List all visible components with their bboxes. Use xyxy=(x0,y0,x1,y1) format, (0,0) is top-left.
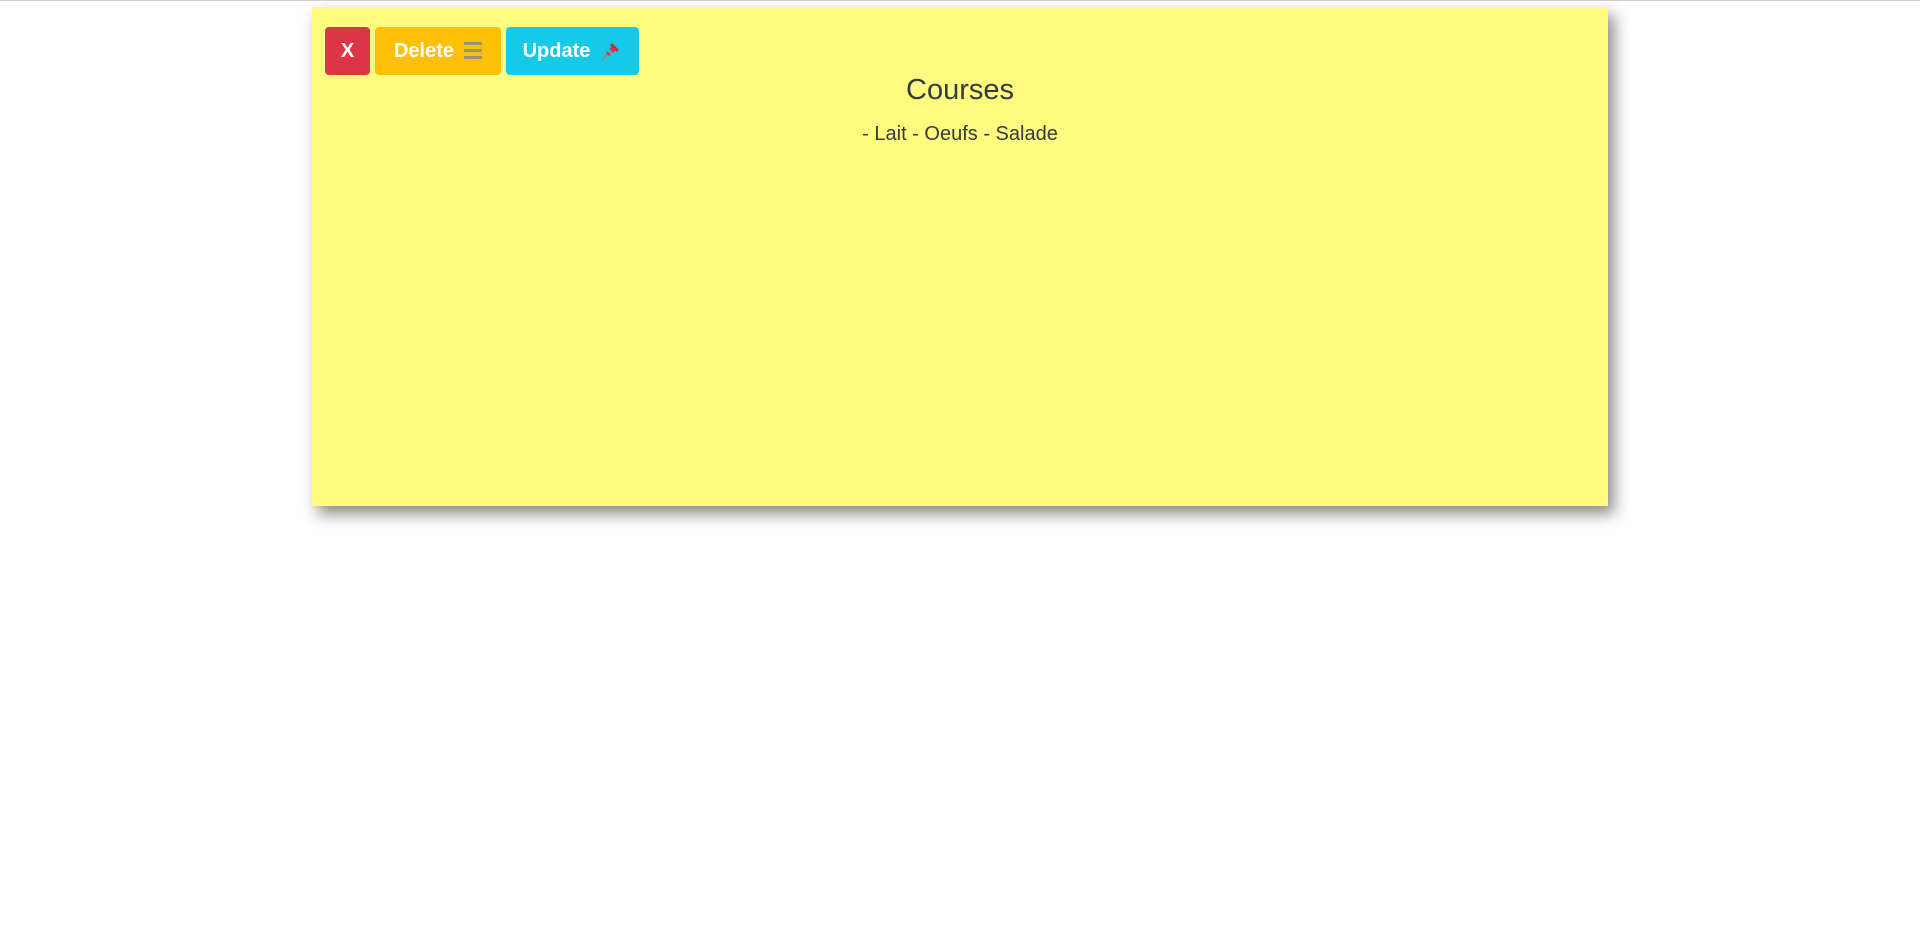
note-title: Courses xyxy=(906,74,1014,106)
note-content: - Lait - Oeufs - Salade xyxy=(862,123,1058,145)
note-toolbar: X Delete Update xyxy=(325,27,639,75)
delete-button[interactable]: Delete xyxy=(375,27,501,75)
top-border xyxy=(0,0,1920,1)
trash-icon xyxy=(464,41,483,61)
update-button[interactable]: Update xyxy=(506,27,639,75)
pushpin-icon xyxy=(600,40,622,62)
delete-button-label: Delete xyxy=(393,39,455,62)
close-button-label: X xyxy=(340,39,355,62)
close-button[interactable]: X xyxy=(325,27,370,75)
update-button-label: Update xyxy=(522,39,591,62)
sticky-note: X Delete Update Courses - Lait - Oeufs -… xyxy=(312,7,1608,506)
